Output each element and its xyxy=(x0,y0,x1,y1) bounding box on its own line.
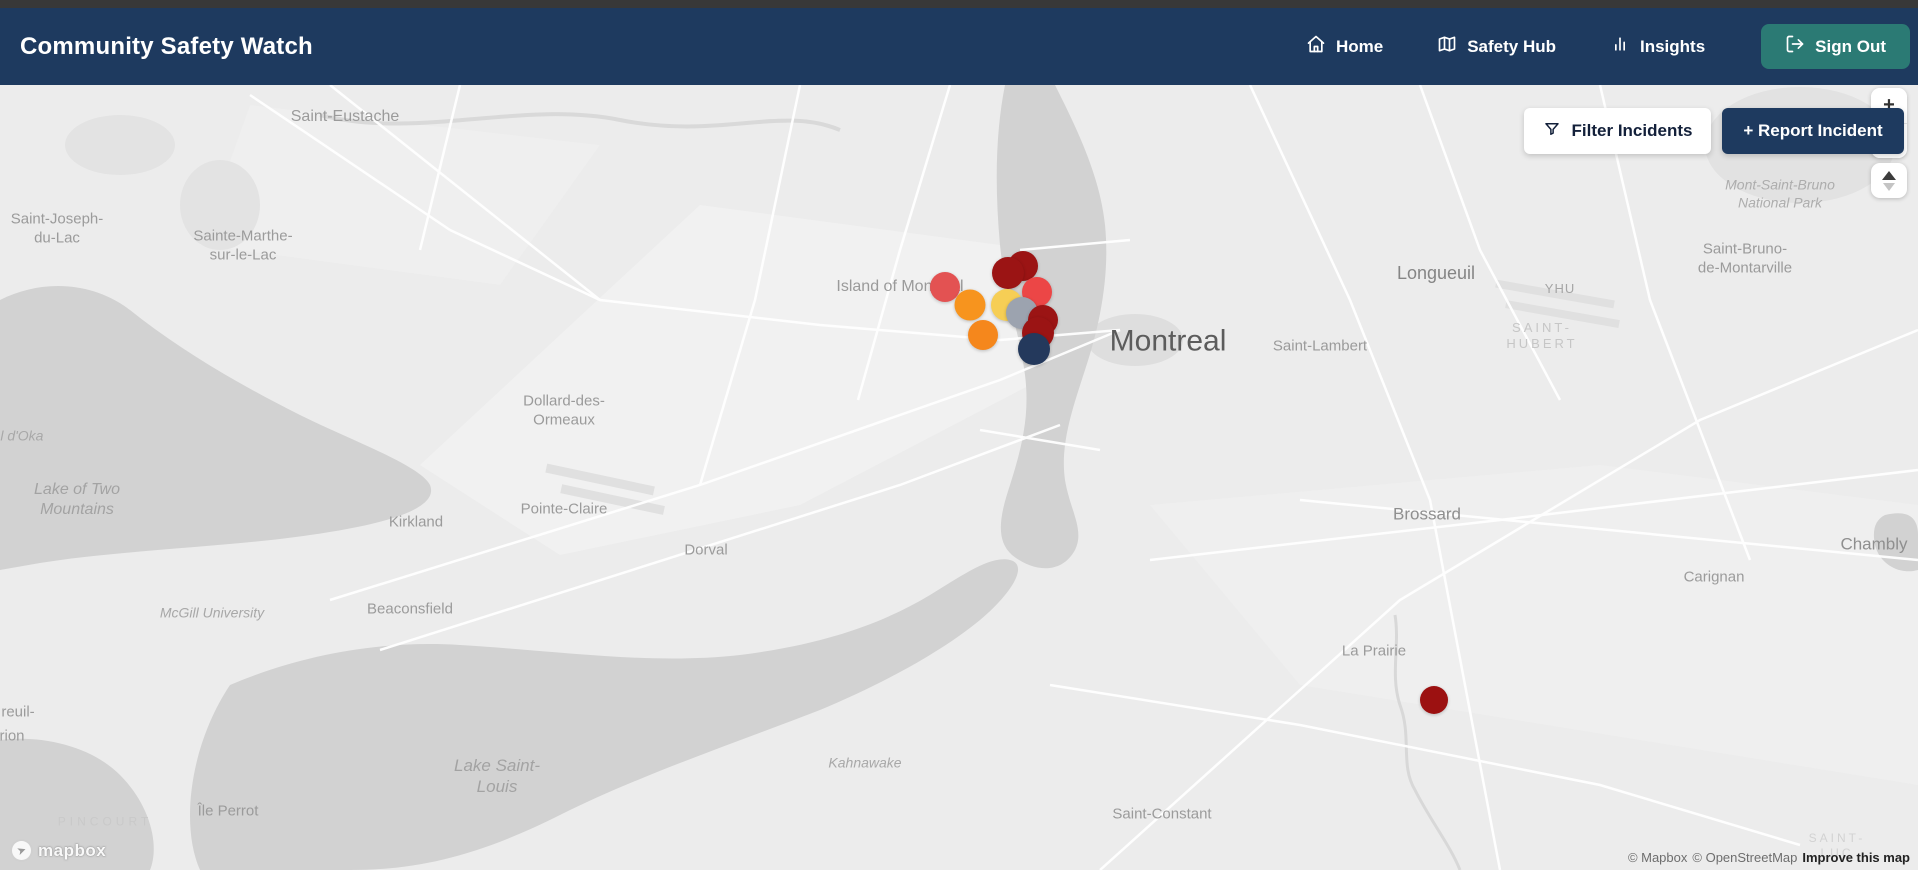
funnel-icon xyxy=(1543,120,1561,143)
map-canvas[interactable]: Saint-Eustache Saint-Joseph- du-Lac Sainte… xyxy=(0,85,1918,870)
incident-marker[interactable] xyxy=(992,257,1024,289)
nav-insights-label: Insights xyxy=(1640,36,1706,56)
app-header: Community Safety Watch Home Safety Hub I… xyxy=(0,8,1918,85)
mapbox-logo-icon: ➤ xyxy=(10,839,33,862)
pitch-toggle-button[interactable] xyxy=(1871,163,1907,198)
mapbox-logo[interactable]: ➤ mapbox xyxy=(10,839,106,862)
sign-out-label: Sign Out xyxy=(1815,36,1886,56)
home-icon xyxy=(1306,34,1326,59)
pitch-down-icon xyxy=(1883,182,1895,191)
improve-map-link[interactable]: Improve this map xyxy=(1802,850,1910,865)
nav-safety-hub-label: Safety Hub xyxy=(1467,36,1556,56)
filter-incidents-button[interactable]: Filter Incidents xyxy=(1524,108,1711,154)
report-incident-label: + Report Incident xyxy=(1743,121,1883,140)
bar-chart-icon xyxy=(1610,34,1630,59)
nav-home[interactable]: Home xyxy=(1306,34,1383,59)
filter-incidents-label: Filter Incidents xyxy=(1571,121,1693,140)
attribution-mapbox-link[interactable]: © Mapbox xyxy=(1628,850,1687,865)
window-top-strip xyxy=(0,0,1918,8)
map-icon xyxy=(1437,34,1457,59)
app-title: Community Safety Watch xyxy=(20,32,313,60)
incident-marker[interactable] xyxy=(968,320,998,350)
main-nav: Home Safety Hub Insights Sign Out xyxy=(1306,24,1910,69)
attribution-osm-link[interactable]: © OpenStreetMap xyxy=(1692,850,1797,865)
sign-out-button[interactable]: Sign Out xyxy=(1761,24,1910,69)
nav-safety-hub[interactable]: Safety Hub xyxy=(1437,34,1556,59)
map-attribution: © Mapbox © OpenStreetMap Improve this ma… xyxy=(1628,850,1910,865)
nav-insights[interactable]: Insights xyxy=(1610,34,1705,59)
sign-out-icon xyxy=(1785,34,1805,59)
incident-marker[interactable] xyxy=(954,289,986,321)
incident-markers-layer xyxy=(0,85,1918,870)
pitch-up-icon xyxy=(1882,170,1896,180)
incident-marker[interactable] xyxy=(1420,686,1448,714)
report-incident-button[interactable]: + Report Incident xyxy=(1722,108,1904,154)
incident-marker[interactable] xyxy=(1018,333,1050,365)
mapbox-logo-word: mapbox xyxy=(38,840,107,860)
nav-home-label: Home xyxy=(1335,36,1384,56)
